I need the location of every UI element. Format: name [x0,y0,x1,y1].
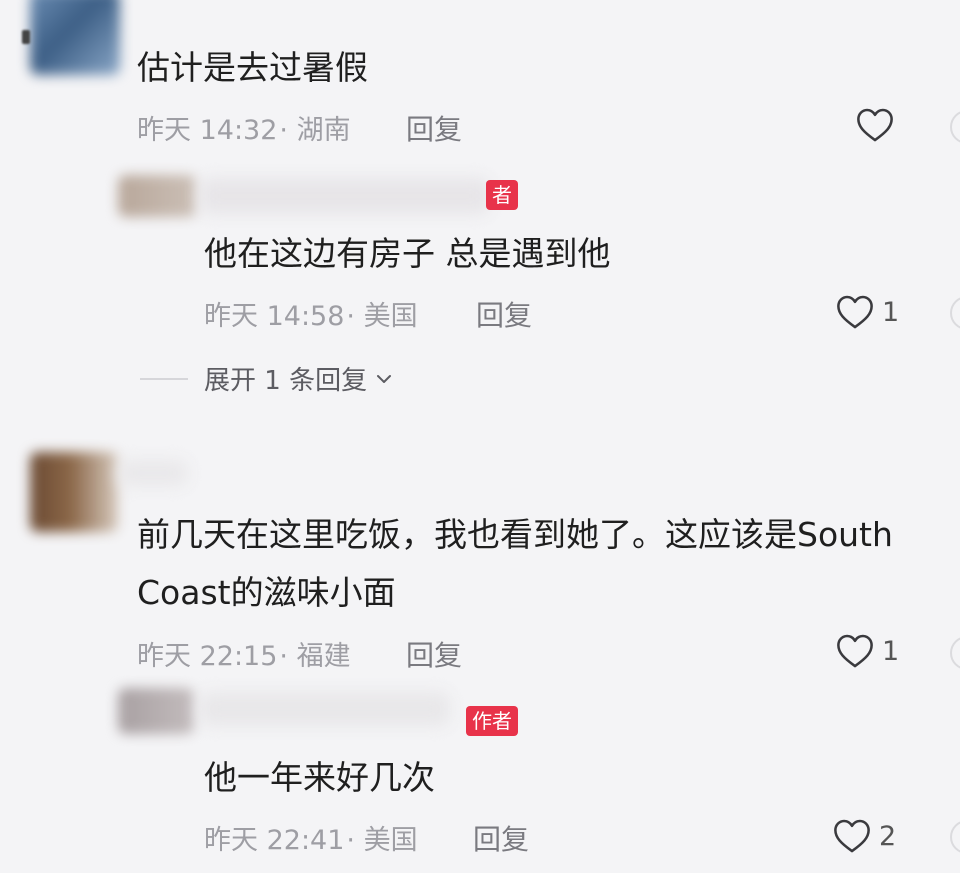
reply-location: · 美国 [346,301,418,332]
reply-button[interactable]: 回复 [476,294,532,334]
like-count: 1 [882,635,900,667]
expand-replies-label: 展开 1 条回复 [204,366,368,396]
reply-time: 昨天 14:58 [204,301,345,332]
comment-location: · 湖南 [279,115,351,146]
comment-time: 昨天 22:15 [137,641,278,672]
reply-avatar[interactable] [118,688,194,734]
heart-outline-icon [837,295,873,329]
comment-text-line-2: Coast的滋味小面 [137,573,396,612]
comment-text: 估计是去过暑假 [137,48,368,87]
reply-location: · 美国 [346,825,418,856]
like-button[interactable]: 1 [836,292,899,332]
reply-button[interactable]: 回复 [406,634,462,674]
heart-outline-icon [857,108,893,142]
comment-meta: 昨天 14:32· 湖南 [137,108,351,147]
avatar[interactable] [30,452,118,532]
reply-avatar[interactable] [118,175,196,217]
expand-divider [140,378,188,380]
more-icon[interactable] [950,296,960,330]
expand-replies-button[interactable]: 展开 1 条回复 [204,360,395,397]
reply-button[interactable]: 回复 [406,108,462,148]
reply-button[interactable]: 回复 [473,818,529,858]
heart-outline-icon [837,634,873,668]
author-badge: 者 [486,180,518,210]
chevron-down-icon [377,374,392,383]
comment-text-line-1: 前几天在这里吃饭，我也看到她了。这应该是South [137,515,893,554]
reply-meta: 昨天 14:58· 美国 [204,294,418,333]
reply-text: 他一年来好几次 [204,758,435,797]
reply-username-blurred[interactable] [200,692,450,726]
avatar[interactable] [30,0,120,75]
avatar-edge-mark [22,30,30,44]
like-button[interactable]: 2 [833,816,896,856]
like-button[interactable]: 1 [836,631,899,671]
more-icon[interactable] [950,110,960,144]
like-count: 1 [882,296,900,328]
author-badge: 作者 [466,706,518,736]
more-icon[interactable] [950,636,960,670]
reply-meta: 昨天 22:41· 美国 [204,818,418,857]
comment-time: 昨天 14:32 [137,115,278,146]
like-button[interactable] [856,105,902,145]
comment-meta: 昨天 22:15· 福建 [137,634,351,673]
comment-location: · 福建 [279,641,351,672]
username-blurred[interactable] [118,460,188,486]
like-count: 2 [879,820,897,852]
more-icon[interactable] [950,820,960,854]
reply-username-blurred[interactable] [200,178,490,214]
reply-text: 他在这边有房子 总是遇到他 [204,234,611,273]
reply-time: 昨天 22:41 [204,825,345,856]
heart-outline-icon [834,819,870,853]
